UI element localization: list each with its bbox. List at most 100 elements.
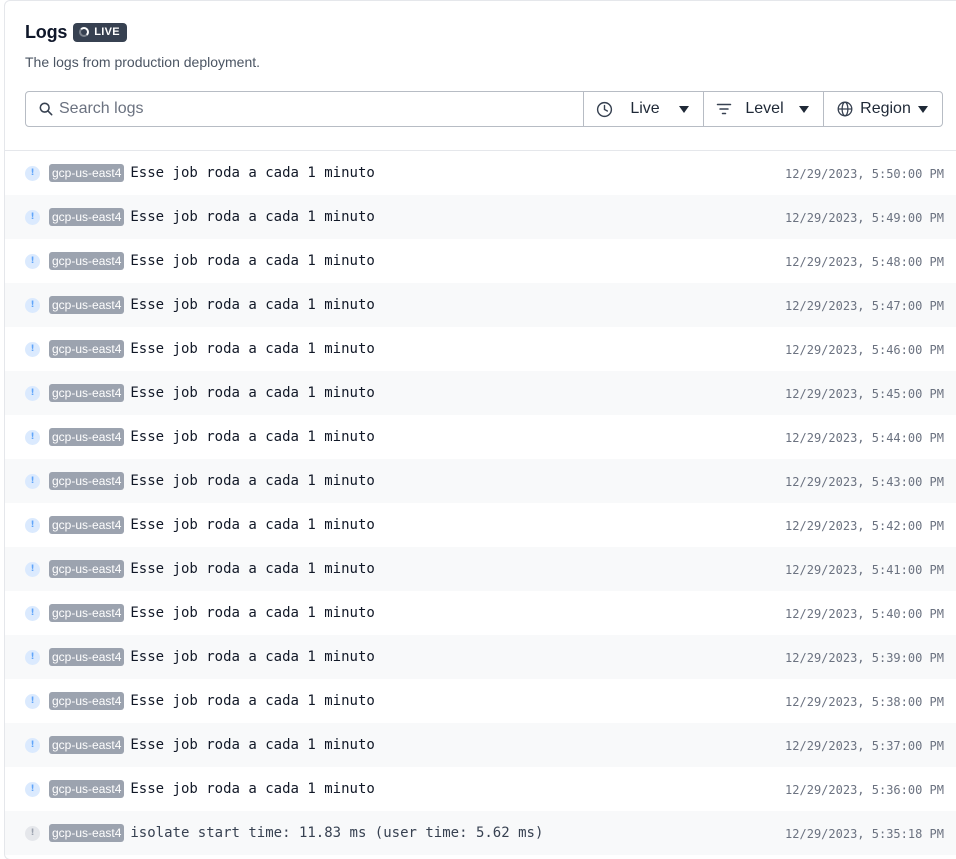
region-tag: gcp-us-east4 <box>49 692 125 710</box>
log-row[interactable]: ! gcp-us-east4 Esse job roda a cada 1 mi… <box>5 767 956 811</box>
log-timestamp: 12/29/2023, 5:38:00 PM <box>785 695 944 709</box>
region-dropdown-button[interactable]: Region <box>824 92 942 126</box>
level-indicator-icon: ! <box>25 297 40 313</box>
log-timestamp: 12/29/2023, 5:46:00 PM <box>785 343 944 357</box>
log-row[interactable]: ! gcp-us-east4 Esse job roda a cada 1 mi… <box>5 459 956 503</box>
search-icon <box>39 102 53 116</box>
level-indicator-icon: ! <box>25 385 40 401</box>
log-message: Esse job roda a cada 1 minuto <box>130 517 375 533</box>
log-message: Esse job roda a cada 1 minuto <box>130 473 375 489</box>
region-tag: gcp-us-east4 <box>49 164 125 182</box>
log-row[interactable]: ! gcp-us-east4 Esse job roda a cada 1 mi… <box>5 635 956 679</box>
live-dropdown-button[interactable]: Live <box>584 92 704 126</box>
log-row[interactable]: ! gcp-us-east4 Esse job roda a cada 1 mi… <box>5 151 956 195</box>
logs-toolbar: Live Level Region <box>25 91 943 127</box>
region-tag: gcp-us-east4 <box>49 736 125 754</box>
region-tag: gcp-us-east4 <box>49 780 125 798</box>
region-tag: gcp-us-east4 <box>49 340 125 358</box>
level-indicator-icon: ! <box>25 693 40 709</box>
level-indicator-icon: ! <box>25 517 40 533</box>
log-message: Esse job roda a cada 1 minuto <box>130 781 375 797</box>
log-timestamp: 12/29/2023, 5:39:00 PM <box>785 651 944 665</box>
log-timestamp: 12/29/2023, 5:45:00 PM <box>785 387 944 401</box>
log-row[interactable]: ! gcp-us-east4 Esse job roda a cada 1 mi… <box>5 327 956 371</box>
region-tag: gcp-us-east4 <box>49 516 125 534</box>
page-title: Logs <box>25 21 68 42</box>
level-indicator-icon: ! <box>25 429 40 445</box>
search-box[interactable] <box>26 92 584 126</box>
caret-down-icon <box>917 105 928 113</box>
region-tag: gcp-us-east4 <box>49 208 125 226</box>
log-message: isolate start time: 11.83 ms (user time:… <box>130 825 544 841</box>
log-row[interactable]: ! gcp-us-east4 Esse job roda a cada 1 mi… <box>5 547 956 591</box>
region-tag: gcp-us-east4 <box>49 296 125 314</box>
level-indicator-icon: ! <box>25 649 40 665</box>
log-row[interactable]: ! gcp-us-east4 Esse job roda a cada 1 mi… <box>5 503 956 547</box>
level-indicator-icon: ! <box>25 341 40 357</box>
level-indicator-icon: ! <box>25 781 40 797</box>
region-tag: gcp-us-east4 <box>49 472 125 490</box>
log-timestamp: 12/29/2023, 5:49:00 PM <box>785 211 944 225</box>
log-timestamp: 12/29/2023, 5:48:00 PM <box>785 255 944 269</box>
level-dropdown-label: Level <box>745 100 784 117</box>
caret-down-icon <box>799 105 809 113</box>
region-tag: gcp-us-east4 <box>49 428 125 446</box>
level-indicator-icon: ! <box>25 209 40 225</box>
log-message: Esse job roda a cada 1 minuto <box>130 649 375 665</box>
log-message: Esse job roda a cada 1 minuto <box>130 561 375 577</box>
log-timestamp: 12/29/2023, 5:40:00 PM <box>785 607 944 621</box>
log-message: Esse job roda a cada 1 minuto <box>130 429 375 445</box>
filter-icon <box>716 103 732 115</box>
region-tag: gcp-us-east4 <box>49 560 125 578</box>
log-timestamp: 12/29/2023, 5:36:00 PM <box>785 783 944 797</box>
log-row[interactable]: ! gcp-us-east4 Esse job roda a cada 1 mi… <box>5 239 956 283</box>
region-tag: gcp-us-east4 <box>49 824 125 842</box>
log-timestamp: 12/29/2023, 5:35:18 PM <box>785 827 944 841</box>
level-dropdown-button[interactable]: Level <box>704 92 824 126</box>
spinner-icon <box>79 27 90 37</box>
level-indicator-icon: ! <box>25 473 40 489</box>
log-row[interactable]: ! gcp-us-east4 Esse job roda a cada 1 mi… <box>5 415 956 459</box>
log-row[interactable]: ! gcp-us-east4 Esse job roda a cada 1 mi… <box>5 195 956 239</box>
log-message: Esse job roda a cada 1 minuto <box>130 253 375 269</box>
log-row[interactable]: ! gcp-us-east4 Esse job roda a cada 1 mi… <box>5 723 956 767</box>
caret-down-icon <box>678 105 689 113</box>
title-row: Logs LIVE <box>25 20 956 44</box>
log-row[interactable]: ! gcp-us-east4 Esse job roda a cada 1 mi… <box>5 591 956 635</box>
level-indicator-icon: ! <box>25 825 40 841</box>
log-timestamp: 12/29/2023, 5:37:00 PM <box>785 739 944 753</box>
level-indicator-icon: ! <box>25 737 40 753</box>
log-timestamp: 12/29/2023, 5:41:00 PM <box>785 563 944 577</box>
log-message: Esse job roda a cada 1 minuto <box>130 297 375 313</box>
live-badge-label: LIVE <box>94 26 120 38</box>
log-row[interactable]: ! gcp-us-east4 Esse job roda a cada 1 mi… <box>5 679 956 723</box>
log-timestamp: 12/29/2023, 5:42:00 PM <box>785 519 944 533</box>
globe-icon <box>837 101 853 117</box>
live-dropdown-label: Live <box>630 100 660 117</box>
log-row[interactable]: ! gcp-us-east4 isolate start time: 11.83… <box>5 811 956 855</box>
region-tag: gcp-us-east4 <box>49 648 125 666</box>
page-subtitle: The logs from production deployment. <box>25 54 261 70</box>
region-dropdown-label: Region <box>860 100 911 117</box>
region-tag: gcp-us-east4 <box>49 252 125 270</box>
logs-panel: Logs LIVE The logs from production deplo… <box>4 0 956 859</box>
log-timestamp: 12/29/2023, 5:50:00 PM <box>785 167 944 181</box>
log-timestamp: 12/29/2023, 5:47:00 PM <box>785 299 944 313</box>
log-row[interactable]: ! gcp-us-east4 Esse job roda a cada 1 mi… <box>5 283 956 327</box>
log-message: Esse job roda a cada 1 minuto <box>130 341 375 357</box>
clock-icon <box>596 101 613 117</box>
log-list: ! gcp-us-east4 Esse job roda a cada 1 mi… <box>5 151 956 855</box>
log-row[interactable]: ! gcp-us-east4 Esse job roda a cada 1 mi… <box>5 371 956 415</box>
region-tag: gcp-us-east4 <box>49 604 125 622</box>
level-indicator-icon: ! <box>25 165 40 181</box>
log-message: Esse job roda a cada 1 minuto <box>130 605 375 621</box>
level-indicator-icon: ! <box>25 605 40 621</box>
log-message: Esse job roda a cada 1 minuto <box>130 737 375 753</box>
search-input[interactable] <box>59 100 559 118</box>
region-tag: gcp-us-east4 <box>49 384 125 402</box>
log-message: Esse job roda a cada 1 minuto <box>130 693 375 709</box>
level-indicator-icon: ! <box>25 561 40 577</box>
log-message: Esse job roda a cada 1 minuto <box>130 165 375 181</box>
live-badge: LIVE <box>73 22 127 42</box>
log-message: Esse job roda a cada 1 minuto <box>130 385 375 401</box>
